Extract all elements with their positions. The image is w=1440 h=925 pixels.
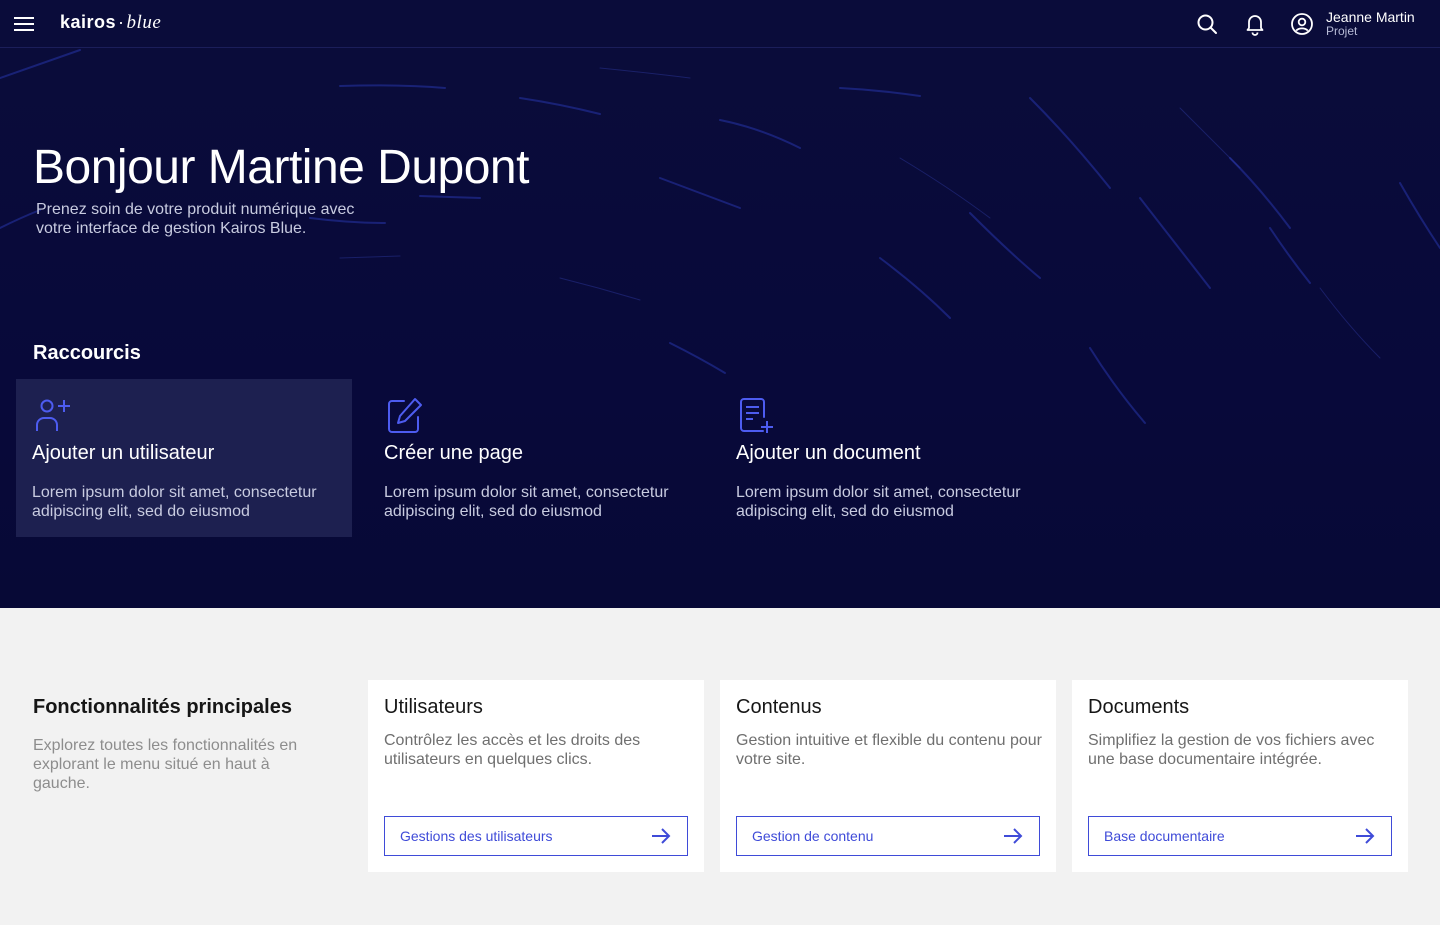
add-document-icon (740, 398, 773, 433)
shortcut-description: Lorem ipsum dolor sit amet, consectetur … (384, 484, 669, 520)
shortcut-title: Ajouter un utilisateur (32, 442, 215, 464)
features-heading: Fonctionnalités principales (33, 696, 292, 718)
user-add-icon (36, 399, 70, 431)
feature-card-users: Utilisateurs Contrôlez les accès et les … (368, 680, 704, 872)
user-profile[interactable]: Jeanne Martin Projet (1326, 9, 1415, 38)
shortcut-add-document[interactable]: Ajouter un document Lorem ipsum dolor si… (720, 379, 1056, 537)
card-title: Documents (1088, 696, 1190, 718)
user-management-button[interactable]: Gestions des utilisateurs (384, 816, 688, 856)
card-description: Simplifiez la gestion de vos fichiers av… (1088, 732, 1375, 768)
page-title: Bonjour Martine Dupont (33, 141, 529, 194)
shortcut-create-page[interactable]: Créer une page Lorem ipsum dolor sit ame… (368, 379, 704, 537)
features-subtitle: Explorez toutes les fonctionnalités en e… (33, 737, 298, 792)
arrow-right-icon (652, 828, 671, 844)
shortcut-description: Lorem ipsum dolor sit amet, consectetur … (32, 484, 317, 520)
content-management-button[interactable]: Gestion de contenu (736, 816, 1040, 856)
card-title: Utilisateurs (384, 696, 483, 718)
hamburger-menu-icon[interactable] (12, 12, 36, 36)
hero-subtitle: Prenez soin de votre produit numérique a… (36, 201, 355, 237)
hero-banner: Bonjour Martine Dupont Prenez soin de vo… (0, 48, 1440, 608)
feature-card-content: Contenus Gestion intuitive et flexible d… (720, 680, 1056, 872)
document-base-button[interactable]: Base documentaire (1088, 816, 1392, 856)
arrow-right-icon (1356, 828, 1375, 844)
shortcut-add-user[interactable]: Ajouter un utilisateur Lorem ipsum dolor… (16, 379, 352, 537)
card-description: Contrôlez les accès et les droits des ut… (384, 732, 641, 768)
bell-icon[interactable] (1243, 12, 1267, 36)
card-title: Contenus (736, 696, 822, 718)
user-name: Jeanne Martin (1326, 9, 1415, 25)
edit-page-icon (388, 398, 422, 433)
search-icon[interactable] (1195, 12, 1219, 36)
user-role: Projet (1326, 24, 1358, 38)
shortcut-title: Créer une page (384, 442, 523, 464)
arrow-right-icon (1004, 828, 1023, 844)
user-circle-icon[interactable] (1290, 12, 1314, 36)
shortcut-description: Lorem ipsum dolor sit amet, consectetur … (736, 484, 1021, 520)
feature-card-documents: Documents Simplifiez la gestion de vos f… (1072, 680, 1408, 872)
shortcuts-heading: Raccourcis (33, 342, 141, 364)
shortcut-title: Ajouter un document (736, 442, 921, 464)
card-description: Gestion intuitive et flexible du contenu… (736, 732, 1042, 768)
top-navigation-bar: kairos · blue Jeanne Martin Projet (0, 0, 1440, 48)
kairos-blue-logo[interactable]: kairos · blue (60, 12, 161, 34)
